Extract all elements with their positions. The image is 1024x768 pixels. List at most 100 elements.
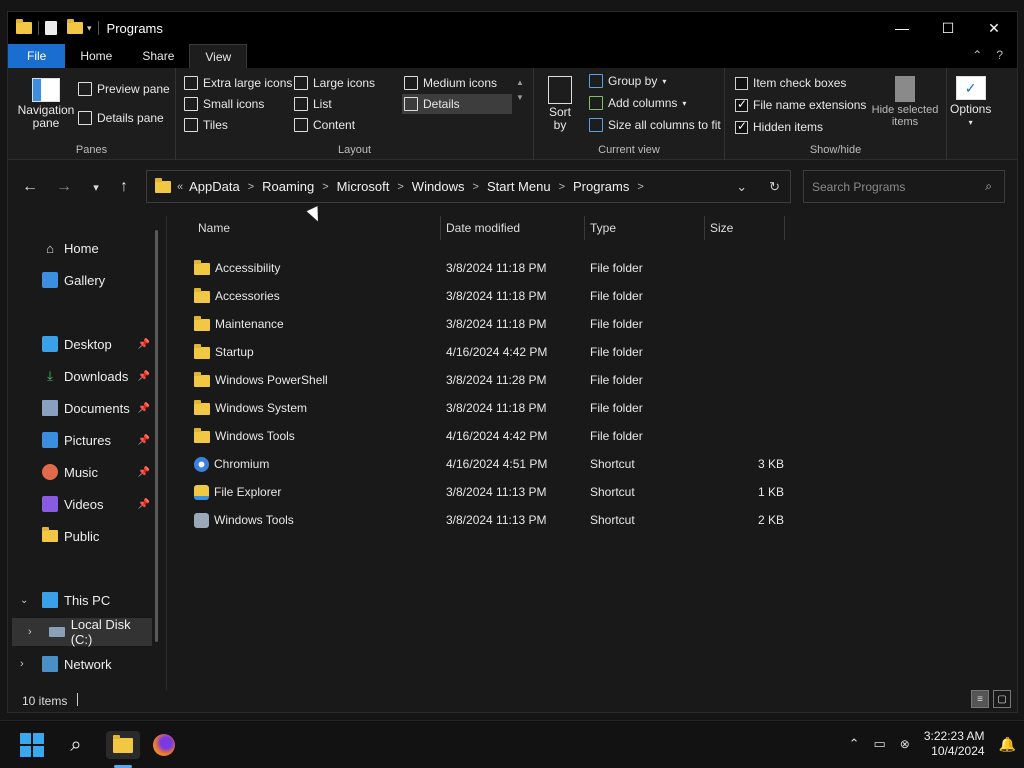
list-option[interactable]: List: [294, 97, 332, 111]
firefox-icon[interactable]: [150, 731, 178, 759]
pin-icon[interactable]: 📌: [138, 403, 150, 414]
column-divider[interactable]: [704, 216, 705, 240]
file-row[interactable]: Windows System 3/8/2024 11:18 PM File fold…: [168, 394, 1018, 422]
small-icons-option[interactable]: Small icons: [184, 97, 264, 111]
chevron-right-icon[interactable]: >: [322, 181, 328, 193]
clock[interactable]: 3:22:23 AM 10/4/2024: [924, 729, 985, 759]
tab-view[interactable]: View: [189, 44, 248, 68]
search-icon[interactable]: ⌕: [62, 731, 90, 759]
sort-by-button[interactable]: Sort by: [544, 76, 576, 132]
large-icons-view-toggle[interactable]: ▢: [993, 690, 1011, 708]
pane-divider[interactable]: [166, 216, 167, 690]
sidebar-item-local-disk[interactable]: › Local Disk (C:): [12, 617, 152, 647]
chevron-right-icon[interactable]: >: [473, 181, 479, 193]
up-arrow-icon[interactable]: ↑: [114, 178, 134, 196]
sidebar-item-videos[interactable]: Videos 📌: [8, 490, 156, 518]
scroll-up-icon[interactable]: ▲: [516, 78, 524, 87]
close-button[interactable]: ✕: [971, 12, 1017, 44]
sidebar-item-public[interactable]: Public: [8, 522, 156, 550]
minimize-button[interactable]: —: [879, 12, 925, 44]
network-status-icon[interactable]: ▭: [873, 736, 885, 752]
pin-icon[interactable]: 📌: [138, 371, 150, 382]
sidebar-item-music[interactable]: Music 📌: [8, 458, 156, 486]
column-divider[interactable]: [440, 216, 441, 240]
hidden-items-checkbox[interactable]: [735, 119, 748, 134]
column-header-size[interactable]: Size: [710, 216, 733, 240]
pin-icon[interactable]: 📌: [138, 467, 150, 478]
medium-icons-option[interactable]: Medium icons: [404, 76, 497, 90]
file-explorer-taskbar-icon[interactable]: [106, 731, 140, 759]
preview-pane-button[interactable]: Preview pane: [78, 82, 170, 96]
column-divider[interactable]: [584, 216, 585, 240]
file-row[interactable]: Startup 4/16/2024 4:42 PM File folder: [168, 338, 1018, 366]
column-divider[interactable]: [784, 216, 785, 240]
file-row[interactable]: Accessories 3/8/2024 11:18 PM File folder: [168, 282, 1018, 310]
maximize-button[interactable]: ☐: [925, 12, 971, 44]
search-icon[interactable]: ⌕: [985, 179, 992, 194]
details-pane-button[interactable]: Details pane: [78, 111, 164, 125]
sidebar-item-home[interactable]: ⌂ Home: [8, 234, 156, 262]
tab-share[interactable]: Share: [127, 44, 189, 68]
column-header-name[interactable]: Name: [198, 216, 230, 240]
chevron-right-icon[interactable]: >: [397, 181, 403, 193]
file-name-extensions-option[interactable]: File name extensions: [735, 97, 866, 112]
forward-arrow-icon[interactable]: →: [54, 178, 74, 196]
hide-selected-items-button[interactable]: Hide selected items: [869, 76, 941, 128]
chevron-down-icon[interactable]: ⌄: [20, 595, 36, 606]
overflow-chevron[interactable]: «: [177, 181, 183, 193]
add-columns-button[interactable]: Add columns ▾: [589, 96, 686, 110]
breadcrumb-roaming[interactable]: Roaming: [262, 179, 314, 194]
chevron-right-icon[interactable]: >: [637, 181, 643, 193]
sidebar-scrollbar[interactable]: [155, 230, 158, 642]
file-name-extensions-checkbox[interactable]: [735, 97, 748, 112]
group-by-button[interactable]: Group by ▾: [589, 74, 666, 88]
volume-muted-icon[interactable]: ⊗: [900, 737, 910, 751]
column-header-date-modified[interactable]: Date modified: [446, 216, 520, 240]
notifications-bell-icon[interactable]: 🔔: [999, 736, 1016, 753]
file-row[interactable]: Accessibility 3/8/2024 11:18 PM File folde…: [168, 254, 1018, 282]
scroll-down-icon[interactable]: ▼: [516, 93, 524, 102]
customize-toolbar-icon[interactable]: ▾: [87, 23, 92, 34]
collapse-ribbon-icon[interactable]: ⌃: [972, 48, 982, 62]
address-bar[interactable]: « AppData > Roaming > Microsoft > Window…: [146, 170, 791, 203]
sidebar-item-gallery[interactable]: Gallery: [8, 266, 156, 294]
search-input[interactable]: Search Programs ⌕: [803, 170, 1005, 203]
show-hidden-icons-chevron-icon[interactable]: ⌃: [849, 736, 860, 752]
recent-locations-chevron-icon[interactable]: ▾: [86, 181, 106, 194]
breadcrumb-start-menu[interactable]: Start Menu: [487, 179, 551, 194]
sidebar-item-downloads[interactable]: ⤓ Downloads 📌: [8, 362, 156, 390]
file-row[interactable]: File Explorer 3/8/2024 11:13 PM Shortcut 1 …: [168, 478, 1018, 506]
item-check-boxes-option[interactable]: Item check boxes: [735, 76, 846, 90]
details-option[interactable]: Details: [402, 94, 512, 114]
hidden-items-option[interactable]: Hidden items: [735, 119, 823, 134]
chevron-right-icon[interactable]: ›: [20, 658, 36, 670]
column-header-type[interactable]: Type: [590, 216, 616, 240]
chevron-right-icon[interactable]: ›: [28, 626, 39, 638]
properties-icon[interactable]: [45, 21, 57, 35]
new-folder-icon[interactable]: [67, 19, 83, 34]
refresh-icon[interactable]: ↻: [769, 179, 780, 195]
pin-icon[interactable]: 📌: [138, 435, 150, 446]
chevron-right-icon[interactable]: >: [248, 181, 254, 193]
content-option[interactable]: Content: [294, 118, 355, 132]
breadcrumb-microsoft[interactable]: Microsoft: [337, 179, 390, 194]
file-row[interactable]: Windows Tools 3/8/2024 11:13 PM Shortcut 2 …: [168, 506, 1018, 534]
chevron-right-icon[interactable]: >: [559, 181, 565, 193]
file-row[interactable]: Windows PowerShell 3/8/2024 11:28 PM File …: [168, 366, 1018, 394]
file-row[interactable]: Windows Tools 4/16/2024 4:42 PM File folde…: [168, 422, 1018, 450]
tiles-option[interactable]: Tiles: [184, 118, 228, 132]
file-row[interactable]: Maintenance 3/8/2024 11:18 PM File folder: [168, 310, 1018, 338]
sidebar-item-this-pc[interactable]: ⌄ This PC: [8, 586, 156, 614]
sidebar-item-pictures[interactable]: Pictures 📌: [8, 426, 156, 454]
tab-home[interactable]: Home: [65, 44, 127, 68]
layout-scroll[interactable]: ▲ ▼: [516, 78, 524, 102]
sidebar-item-desktop[interactable]: Desktop 📌: [8, 330, 156, 358]
item-check-boxes-checkbox[interactable]: [735, 76, 748, 90]
navigation-pane-button[interactable]: Navigation pane: [16, 78, 76, 130]
back-arrow-icon[interactable]: ←: [20, 178, 40, 196]
size-all-columns-button[interactable]: Size all columns to fit: [589, 118, 721, 132]
pin-icon[interactable]: 📌: [138, 339, 150, 350]
start-icon[interactable]: [18, 731, 46, 759]
details-view-toggle[interactable]: ≡: [971, 690, 989, 708]
tab-file[interactable]: File: [8, 44, 66, 68]
